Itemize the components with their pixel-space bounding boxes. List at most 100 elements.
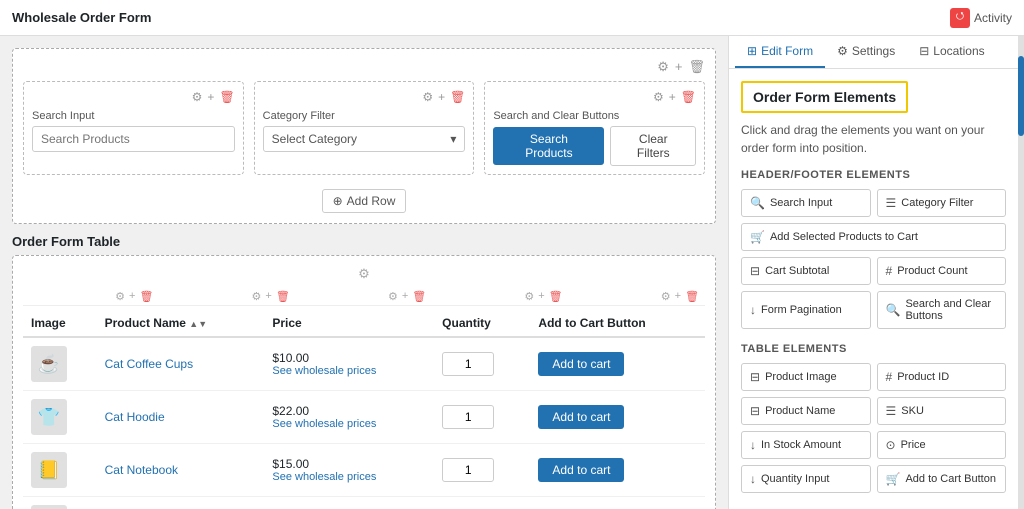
tab-locations[interactable]: ⊟ Locations xyxy=(907,36,996,68)
element-btn-add-to-cart[interactable]: 🛒 Add to Cart Button xyxy=(877,465,1007,493)
tc3-del[interactable]: 🗑 xyxy=(412,290,426,303)
product-name-label: Product Name xyxy=(765,405,835,417)
product-name-link[interactable]: Cat Coffee Cups xyxy=(105,357,194,371)
tab-edit-form[interactable]: ⊞ Edit Form xyxy=(735,36,825,68)
add-to-cart-label: Add to Cart Button xyxy=(905,473,996,485)
tc4-add[interactable]: + xyxy=(538,290,544,303)
element-btn-cart-subtotal[interactable]: ⊟Cart Subtotal xyxy=(741,257,871,285)
product-image-label: Product Image xyxy=(765,371,837,383)
add-to-cart-button[interactable]: Add to cart xyxy=(538,352,624,376)
wholesale-price-link[interactable]: See wholesale prices xyxy=(272,418,426,430)
col1-settings-icon[interactable]: ⚙ xyxy=(192,90,203,104)
clear-filters-button[interactable]: Clear Filters xyxy=(610,126,696,166)
element-btn-search-input[interactable]: 🔍Search Input xyxy=(741,189,871,217)
add-selected-label: Add Selected Products to Cart xyxy=(770,231,918,243)
cell-name: Cat Printing xyxy=(97,497,265,509)
product-name-link[interactable]: Cat Notebook xyxy=(105,463,178,477)
search-products-button[interactable]: Search Products xyxy=(493,127,604,165)
add-row-label: Add Row xyxy=(347,194,396,208)
table-section-label: Order Form Table xyxy=(12,234,716,249)
col2-add-icon[interactable]: + xyxy=(438,90,445,104)
col3-add-icon[interactable]: + xyxy=(669,90,676,104)
table-area: ⚙ ⚙ + 🗑 ⚙ + 🗑 ⚙ + 🗑 xyxy=(12,255,716,509)
add-to-cart-icon: 🛒 xyxy=(886,472,901,486)
cell-price: $25.00 See wholesale prices xyxy=(264,497,434,509)
tc2-settings[interactable]: ⚙ xyxy=(252,290,262,303)
wholesale-price-link[interactable]: See wholesale prices xyxy=(272,471,426,483)
table-row-controls: ⚙ xyxy=(23,266,705,282)
tc2-del[interactable]: 🗑 xyxy=(276,290,290,303)
cell-image: 🖨 xyxy=(23,497,97,509)
col3-delete-icon[interactable]: 🗑 xyxy=(681,90,696,104)
col-image: Image xyxy=(23,310,97,337)
add-to-cart-button[interactable]: Add to cart xyxy=(538,458,624,482)
tc3-add[interactable]: + xyxy=(402,290,408,303)
row-add-icon[interactable]: + xyxy=(675,59,683,75)
tc3-settings[interactable]: ⚙ xyxy=(388,290,398,303)
cell-qty xyxy=(434,337,530,391)
quantity-input-field[interactable] xyxy=(442,405,494,429)
form-pagination-icon: ↓ xyxy=(750,303,756,317)
element-btn-price[interactable]: ⊙Price xyxy=(877,431,1007,459)
price-value: $22.00 xyxy=(272,404,426,418)
tab-settings[interactable]: ⚙ Settings xyxy=(825,36,907,68)
col2-settings-icon[interactable]: ⚙ xyxy=(422,90,433,104)
cell-qty xyxy=(434,497,530,509)
header-elements-grid: 🔍Search Input☰Category Filter 🛒Add Select… xyxy=(741,189,1006,329)
col3-label: Search and Clear Buttons xyxy=(493,110,696,122)
tc4-settings[interactable]: ⚙ xyxy=(524,290,534,303)
product-name-link[interactable]: Cat Hoodie xyxy=(105,410,165,424)
tc4-del[interactable]: 🗑 xyxy=(549,290,563,303)
row-delete-icon[interactable]: 🗑 xyxy=(688,59,705,75)
price-value: $15.00 xyxy=(272,457,426,471)
element-btn-search-clear[interactable]: 🔍Search and Clear Buttons xyxy=(877,291,1007,329)
category-select[interactable]: Select Category ▾ xyxy=(263,126,466,152)
cell-qty xyxy=(434,444,530,497)
element-btn-form-pagination[interactable]: ↓Form Pagination xyxy=(741,291,871,329)
element-btn-add-selected[interactable]: 🛒Add Selected Products to Cart xyxy=(741,223,1006,251)
tc1-add[interactable]: + xyxy=(129,290,135,303)
col3-settings-icon[interactable]: ⚙ xyxy=(653,90,664,104)
tc5-add[interactable]: + xyxy=(675,290,681,303)
add-row-button[interactable]: ⊕ Add Row xyxy=(322,189,407,213)
cell-name: Cat Hoodie xyxy=(97,391,265,444)
search-input-field[interactable] xyxy=(32,126,235,152)
element-btn-product-name[interactable]: ⊟Product Name xyxy=(741,397,871,425)
col2-delete-icon[interactable]: 🗑 xyxy=(450,90,465,104)
tc1-del[interactable]: 🗑 xyxy=(139,290,153,303)
cart-subtotal-icon: ⊟ xyxy=(750,264,760,278)
tc2-add[interactable]: + xyxy=(265,290,271,303)
element-btn-quantity-input[interactable]: ↓Quantity Input xyxy=(741,465,871,493)
activity-icon[interactable]: ⭯ xyxy=(950,8,970,28)
col1-delete-icon[interactable]: 🗑 xyxy=(219,90,234,104)
row-settings-icon[interactable]: ⚙ xyxy=(657,59,669,75)
quantity-input-field[interactable] xyxy=(442,352,494,376)
search-clear-buttons: Search Products Clear Filters xyxy=(493,126,696,166)
tc1-settings[interactable]: ⚙ xyxy=(115,290,125,303)
quantity-input-field[interactable] xyxy=(442,458,494,482)
search-clear-icon: 🔍 xyxy=(886,303,901,317)
table-row: 📒 Cat Notebook $15.00 See wholesale pric… xyxy=(23,444,705,497)
price-value: $10.00 xyxy=(272,351,426,365)
element-btn-category-filter[interactable]: ☰Category Filter xyxy=(877,189,1007,217)
element-btn-product-image[interactable]: ⊟Product Image xyxy=(741,363,871,391)
table-settings-icon[interactable]: ⚙ xyxy=(358,266,370,282)
element-btn-product-id[interactable]: #Product ID xyxy=(877,363,1007,391)
add-to-cart-button[interactable]: Add to cart xyxy=(538,405,624,429)
panel-scrollbar[interactable] xyxy=(1018,36,1024,509)
tc5-del[interactable]: 🗑 xyxy=(685,290,699,303)
product-thumbnail: 📒 xyxy=(31,452,67,488)
element-btn-sku[interactable]: ☰SKU xyxy=(877,397,1007,425)
cell-add-to-cart: Add to cart xyxy=(530,391,705,444)
settings-icon: ⚙ xyxy=(837,44,848,58)
element-btn-product-count[interactable]: #Product Count xyxy=(877,257,1007,285)
col1-add-icon[interactable]: + xyxy=(207,90,214,104)
sku-label: SKU xyxy=(901,405,924,417)
col-product-name[interactable]: Product Name ▲▼ xyxy=(97,310,265,337)
element-btn-in-stock[interactable]: ↓In Stock Amount xyxy=(741,431,871,459)
product-table: Image Product Name ▲▼ Price Quantity Add… xyxy=(23,310,705,509)
wholesale-price-link[interactable]: See wholesale prices xyxy=(272,365,426,377)
in-stock-icon: ↓ xyxy=(750,438,756,452)
tc5-settings[interactable]: ⚙ xyxy=(661,290,671,303)
product-id-label: Product ID xyxy=(897,371,949,383)
